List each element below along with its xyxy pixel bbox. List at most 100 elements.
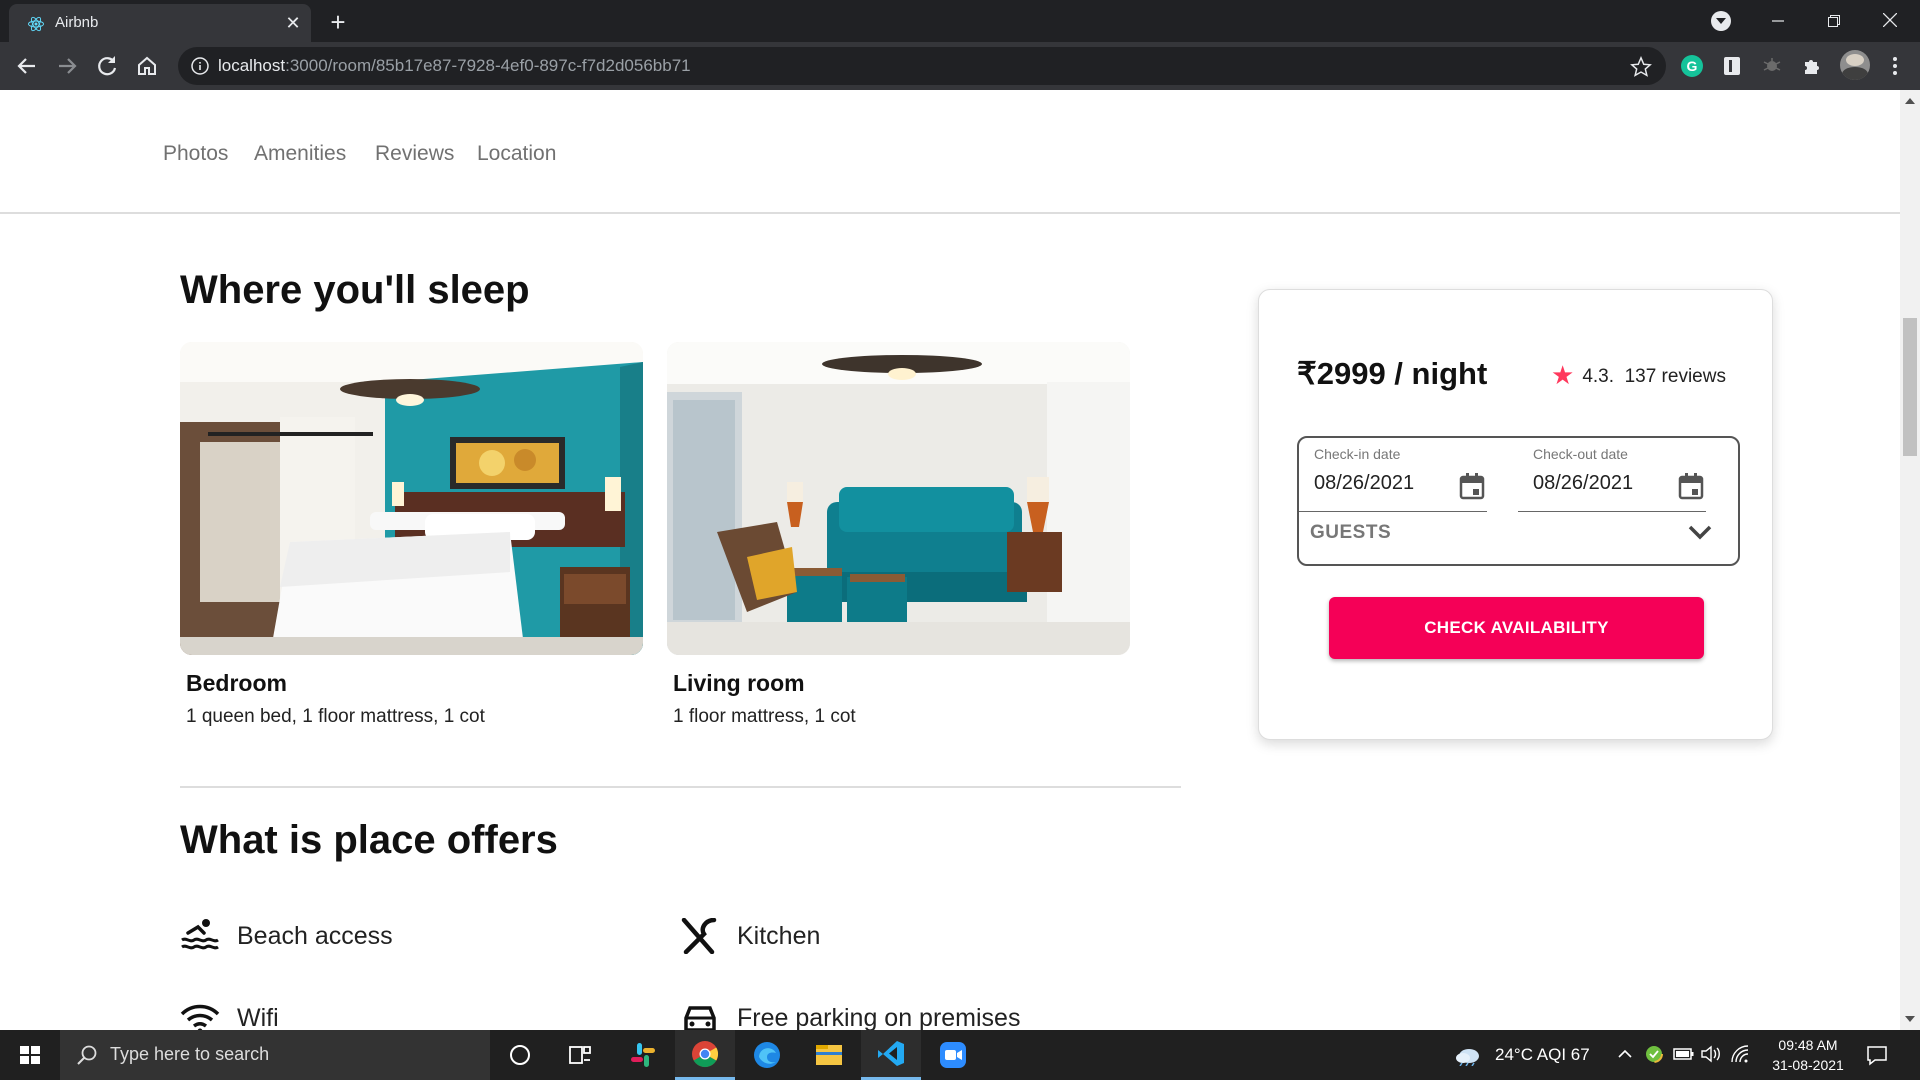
chrome-icon <box>692 1041 719 1068</box>
windows-taskbar: Type here to search 24°C AQI 67 09:48 AM… <box>0 1030 1920 1080</box>
room-beds-bedroom: 1 queen bed, 1 floor mattress, 1 cot <box>186 706 485 727</box>
amenity-label: Kitchen <box>737 922 821 950</box>
start-button[interactable] <box>0 1030 60 1080</box>
back-arrow-icon[interactable] <box>11 50 43 82</box>
booking-card: ₹2999 / night ★ 4.3. 137 reviews Check-in… <box>1258 289 1773 740</box>
wifi-icon <box>180 1004 220 1030</box>
file-explorer-icon[interactable] <box>799 1030 859 1080</box>
star-icon: ★ <box>1551 360 1575 390</box>
bookmark-star-icon[interactable] <box>1630 56 1652 78</box>
restore-button[interactable] <box>1806 0 1862 42</box>
calendar-icon[interactable] <box>1459 472 1485 500</box>
nav-link-amenities[interactable]: Amenities <box>254 142 346 166</box>
checkin-label: Check-in date <box>1314 446 1401 462</box>
room-name-bedroom: Bedroom <box>186 670 287 696</box>
utensils-icon <box>681 918 717 954</box>
page-scrollbar[interactable] <box>1900 90 1920 1030</box>
tab-search-icon[interactable] <box>1711 11 1731 31</box>
tray-chevron-up-icon[interactable] <box>1617 1048 1633 1060</box>
zoom-icon[interactable] <box>923 1030 983 1080</box>
vscode-icon <box>878 1041 904 1066</box>
section-nav: Photos Amenities Reviews Location <box>0 90 1900 214</box>
home-icon[interactable] <box>131 50 163 82</box>
nav-link-photos[interactable]: Photos <box>163 142 228 166</box>
tab-close-icon[interactable]: ✕ <box>281 11 305 35</box>
checkout-value[interactable]: 08/26/2021 <box>1533 472 1633 495</box>
edge-icon[interactable] <box>737 1030 797 1080</box>
react-logo-icon <box>28 16 44 32</box>
windows-logo-icon <box>20 1046 40 1064</box>
guests-dropdown[interactable]: GUESTS <box>1310 522 1391 544</box>
checkout-field[interactable]: Check-out date 08/26/2021 <box>1518 446 1706 512</box>
living-room-photo[interactable] <box>667 342 1130 655</box>
offers-heading: What is place offers <box>180 818 558 862</box>
taskbar-search-box[interactable]: Type here to search <box>60 1030 490 1080</box>
sleep-heading: Where you'll sleep <box>180 268 530 312</box>
reload-icon[interactable] <box>91 50 123 82</box>
amenity-label: Free parking on premises <box>737 1004 1021 1030</box>
svg-text:G: G <box>1687 58 1698 74</box>
clock-time: 09:48 AM <box>1778 1037 1838 1053</box>
address-bar[interactable]: localhost:3000/room/85b17e87-7928-4ef0-8… <box>178 47 1666 85</box>
amenity-label: Beach access <box>237 922 393 950</box>
notifications-icon[interactable] <box>1866 1044 1888 1066</box>
taskbar-clock[interactable]: 09:48 AM 31-08-2021 <box>1758 1035 1858 1075</box>
browser-tab[interactable]: Airbnb ✕ <box>9 4 311 42</box>
url-text[interactable]: localhost:3000/room/85b17e87-7928-4ef0-8… <box>218 56 691 76</box>
search-placeholder: Type here to search <box>110 1044 270 1064</box>
more-menu-icon[interactable] <box>1883 54 1907 78</box>
room-name-living-room: Living room <box>673 670 805 696</box>
taskbar-vscode[interactable] <box>861 1030 921 1080</box>
profile-avatar[interactable] <box>1840 50 1870 80</box>
checkin-field[interactable]: Check-in date 08/26/2021 <box>1299 446 1487 512</box>
bedroom-photo[interactable] <box>180 342 643 655</box>
nav-link-reviews[interactable]: Reviews <box>375 142 454 166</box>
close-window-button[interactable] <box>1862 0 1918 42</box>
review-count: 137 reviews <box>1624 366 1726 387</box>
url-host: localhost <box>218 56 286 75</box>
restore-icon <box>1828 15 1840 27</box>
puzzle-icon[interactable] <box>1800 54 1824 78</box>
scroll-up-arrow-icon[interactable] <box>1905 98 1915 104</box>
search-icon <box>77 1045 97 1065</box>
check-availability-button[interactable]: CHECK AVAILABILITY <box>1329 597 1704 659</box>
room-beds-living-room: 1 floor mattress, 1 cot <box>673 706 856 727</box>
extension-book-icon[interactable] <box>1720 54 1744 78</box>
date-guest-picker: Check-in date 08/26/2021 Check-out date … <box>1297 436 1740 566</box>
url-path: :3000/room/85b17e87-7928-4ef0-897c-f7d2d… <box>285 56 691 75</box>
rating-value: 4.3. <box>1582 366 1615 387</box>
volume-icon[interactable] <box>1700 1045 1722 1063</box>
amenity-label: Wifi <box>237 1004 279 1030</box>
sync-check-icon[interactable] <box>1644 1044 1664 1064</box>
weather-text[interactable]: 24°C AQI 67 <box>1495 1045 1590 1065</box>
living-room-image <box>667 342 1130 655</box>
screen: Airbnb ✕ + localhost:3000/room/85b17e87-… <box>0 0 1920 1080</box>
info-icon[interactable] <box>190 56 210 76</box>
forward-arrow-icon[interactable] <box>51 50 83 82</box>
tab-title: Airbnb <box>55 14 99 31</box>
new-tab-button[interactable]: + <box>323 7 353 37</box>
browser-toolbar: localhost:3000/room/85b17e87-7928-4ef0-8… <box>0 42 1920 90</box>
scroll-down-arrow-icon[interactable] <box>1905 1016 1915 1022</box>
nav-link-location[interactable]: Location <box>477 142 556 166</box>
minimize-button[interactable] <box>1750 0 1806 42</box>
chevron-down-icon[interactable] <box>1687 521 1713 543</box>
scroll-thumb[interactable] <box>1903 318 1917 456</box>
battery-icon[interactable] <box>1673 1047 1695 1061</box>
weather-cloud-icon[interactable] <box>1454 1044 1482 1066</box>
checkin-value[interactable]: 08/26/2021 <box>1314 472 1414 495</box>
grammarly-icon[interactable]: G <box>1680 54 1704 78</box>
cortana-icon[interactable] <box>490 1030 550 1080</box>
page-content: Photos Amenities Reviews Location Where … <box>0 90 1900 1030</box>
wifi-tray-icon[interactable] <box>1730 1044 1750 1064</box>
taskbar-chrome[interactable] <box>675 1030 735 1080</box>
task-view-icon[interactable] <box>550 1030 610 1080</box>
bedroom-image <box>180 342 643 655</box>
slack-icon[interactable] <box>613 1030 673 1080</box>
browser-tabbar: Airbnb ✕ + <box>0 0 1920 42</box>
car-icon <box>684 1006 716 1030</box>
checkout-label: Check-out date <box>1533 446 1628 462</box>
calendar-icon[interactable] <box>1678 472 1704 500</box>
rating-summary[interactable]: ★ 4.3. 137 reviews <box>1551 360 1726 391</box>
extension-bug-icon[interactable] <box>1760 54 1784 78</box>
